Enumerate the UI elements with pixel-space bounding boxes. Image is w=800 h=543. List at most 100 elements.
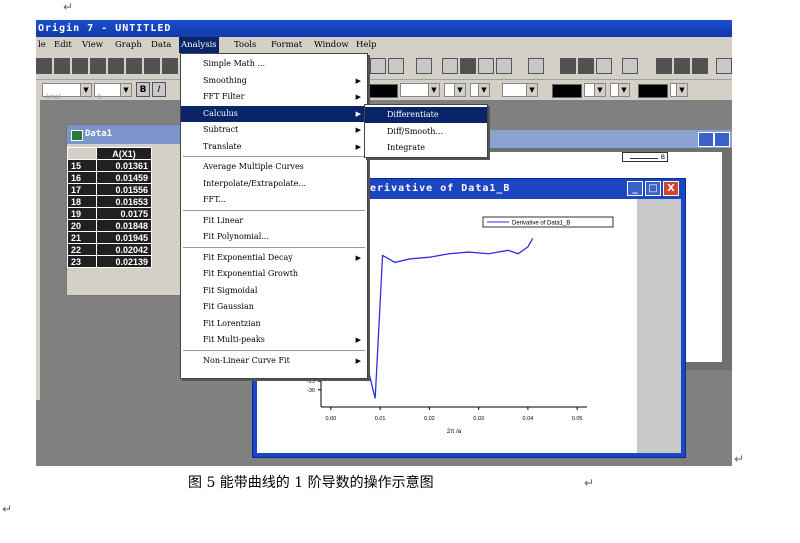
analysis-menu-item[interactable]: Fit Exponential Decay ▶ [181,250,367,266]
new-project-icon[interactable] [36,58,52,74]
code-builder-icon[interactable] [442,58,458,74]
font-select[interactable]: Arial ▼ [42,83,92,101]
menu-window[interactable]: Window [312,37,351,53]
worksheet-title-bar[interactable]: Data1 [67,125,185,144]
analysis-menu-item[interactable]: Translate ▶ [181,139,367,155]
symbol-select[interactable]: ▼ [670,83,688,97]
menu-view[interactable]: View [80,37,105,53]
analysis-menu-item[interactable]: Non-Linear Curve Fit ▶ [181,353,367,369]
add-new-columns-icon[interactable] [560,58,576,74]
arrange-icon[interactable] [674,58,690,74]
menu-file[interactable]: le [36,37,48,53]
fill-color-swatch[interactable] [552,84,582,98]
new-worksheet-icon[interactable] [54,58,70,74]
analysis-menu-item[interactable]: FFT... [181,192,367,208]
column-header[interactable]: A(X1) [96,147,152,160]
cell-value[interactable]: 0.01945 [96,231,152,244]
corner-cell[interactable] [67,147,97,160]
cell-value[interactable]: 0.01848 [96,219,152,232]
analysis-menu-item[interactable]: Fit Multi-peaks ▶ [181,332,367,348]
menu-edit[interactable]: Edit [52,37,74,53]
menu-help[interactable]: Help [354,37,379,53]
refresh-icon[interactable] [370,58,386,74]
new-matrix-icon[interactable] [90,58,106,74]
maximize-icon[interactable] [714,132,730,147]
fill-pattern-select[interactable]: ▼ [610,83,630,97]
row-number[interactable]: 20 [67,219,97,232]
analysis-menu-item[interactable]: Interpolate/Extrapolate... [181,176,367,192]
row-number[interactable]: 19 [67,207,97,220]
minimize-button[interactable]: _ [627,181,643,196]
calculus-menu-item[interactable]: Diff/Smooth... [365,124,487,140]
new-graph-icon[interactable] [72,58,88,74]
zoom-icon[interactable] [578,58,594,74]
open-icon[interactable] [162,58,178,74]
duplicate-icon[interactable] [388,58,404,74]
symbol-color-swatch[interactable] [638,84,668,98]
row-number[interactable]: 16 [67,171,97,184]
new-function-icon[interactable] [108,58,124,74]
fill-select[interactable]: ▼ [584,83,606,97]
analysis-menu-item[interactable]: FFT Filter ▶ [181,89,367,105]
command-window-icon[interactable] [478,58,494,74]
bold-button[interactable]: B [136,82,150,97]
new-layout-icon[interactable] [126,58,142,74]
calculus-menu-item[interactable]: Integrate [365,140,487,156]
print-icon[interactable] [528,58,544,74]
analysis-menu-item[interactable]: Smoothing ▶ [181,73,367,89]
row-number[interactable]: 15 [67,159,97,172]
submenu-arrow-icon: ▶ [355,253,361,262]
custom-routine-icon[interactable] [496,58,512,74]
font-size-select[interactable]: 0 ▼ [94,83,132,101]
menu-format[interactable]: Format [269,37,304,53]
layer-icon[interactable] [622,58,638,74]
line-width-select[interactable]: ▼ [444,83,466,97]
row-number[interactable]: 18 [67,195,97,208]
project-explorer-icon[interactable] [460,58,476,74]
export-icon[interactable] [596,58,612,74]
worksheet-icon [71,130,83,141]
cell-value[interactable]: 0.01459 [96,171,152,184]
analysis-menu-item[interactable]: Calculus ▶ [181,105,367,122]
pattern-select[interactable]: ▼ [470,83,490,97]
line-color-swatch[interactable] [368,84,398,98]
worksheet-window[interactable]: Data1 A(X1) 15 0.01361 16 0.01459 17 0.0155… [66,124,186,296]
cell-value[interactable]: 0.02042 [96,243,152,256]
analysis-menu-item[interactable]: Fit Linear [181,213,367,229]
new-excel-icon[interactable] [144,58,160,74]
maximize-button[interactable]: □ [645,181,661,196]
calculus-menu-item[interactable]: Differentiate [365,107,487,123]
analysis-menu-item[interactable]: Fit Polynomial... [181,229,367,245]
row-number[interactable]: 21 [67,231,97,244]
row-number[interactable]: 17 [67,183,97,196]
border-select[interactable]: ▼ [502,83,538,97]
merge-icon[interactable] [656,58,672,74]
line-style-select[interactable]: ▼ [400,83,440,97]
analysis-menu-item[interactable]: Fit Exponential Growth [181,266,367,282]
tile-icon[interactable] [692,58,708,74]
cell-value[interactable]: 0.0175 [96,207,152,220]
menu-graph[interactable]: Graph [113,37,144,53]
italic-button[interactable]: I [152,82,166,97]
analysis-menu-item[interactable]: Fit Gaussian [181,299,367,315]
close-button[interactable]: X [663,181,679,196]
menu-data[interactable]: Data [149,37,173,53]
results-log-icon[interactable] [416,58,432,74]
more-icon[interactable] [716,58,732,74]
analysis-menu-item[interactable]: Fit Lorentzian [181,316,367,332]
analysis-menu-item[interactable]: Fit Sigmoidal [181,283,367,299]
minimize-icon[interactable] [698,132,714,147]
menu-tools[interactable]: Tools [232,37,258,53]
cell-value[interactable]: 0.02139 [96,255,152,268]
paragraph-mark: ↵ [584,476,595,490]
standard-toolbar [36,53,732,80]
analysis-menu-item[interactable]: Simple Math ... [181,56,367,72]
cell-value[interactable]: 0.01556 [96,183,152,196]
analysis-menu-item[interactable]: Average Multiple Curves [181,159,367,175]
cell-value[interactable]: 0.01361 [96,159,152,172]
row-number[interactable]: 23 [67,255,97,268]
cell-value[interactable]: 0.01653 [96,195,152,208]
analysis-menu-item[interactable]: Subtract ▶ [181,122,367,138]
row-number[interactable]: 22 [67,243,97,256]
menu-analysis[interactable]: Analysis [179,37,219,53]
